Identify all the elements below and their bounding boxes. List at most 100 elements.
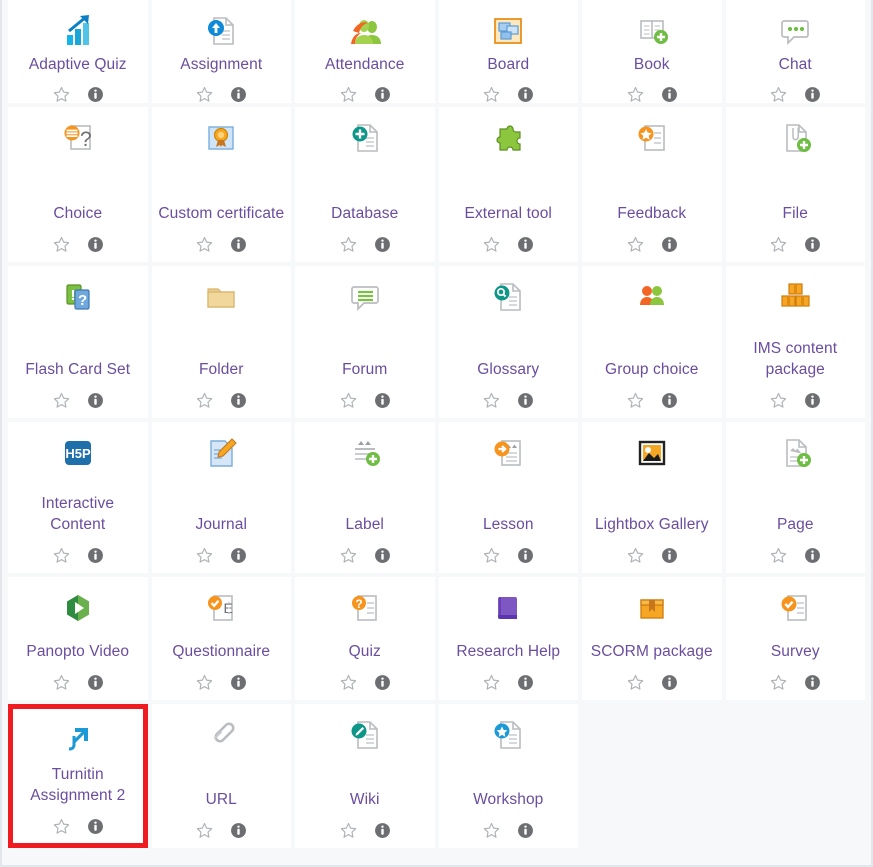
- star-outline-icon[interactable]: [626, 235, 645, 254]
- info-circle-icon[interactable]: [517, 674, 534, 691]
- activity-tile-assignment[interactable]: Assignment: [151, 0, 291, 104]
- activity-tile-label[interactable]: Label: [295, 422, 435, 573]
- info-circle-icon[interactable]: [374, 822, 391, 839]
- star-outline-icon[interactable]: [482, 546, 501, 565]
- info-circle-icon[interactable]: [661, 236, 678, 253]
- activity-tile-flash-card-set[interactable]: ! ? Flash Card Set: [8, 266, 148, 418]
- star-outline-icon[interactable]: [339, 85, 358, 104]
- star-outline-icon[interactable]: [195, 673, 214, 692]
- star-outline-icon[interactable]: [52, 235, 71, 254]
- info-circle-icon[interactable]: [87, 547, 104, 564]
- info-circle-icon[interactable]: [517, 236, 534, 253]
- star-outline-icon[interactable]: [769, 673, 788, 692]
- activity-tile-choice[interactable]: ? Choice: [8, 107, 148, 262]
- activity-tile-forum[interactable]: Forum: [295, 266, 435, 418]
- activity-tile-page[interactable]: Page: [725, 422, 865, 573]
- star-outline-icon[interactable]: [195, 85, 214, 104]
- info-circle-icon[interactable]: [517, 547, 534, 564]
- star-outline-icon[interactable]: [482, 235, 501, 254]
- star-outline-icon[interactable]: [195, 821, 214, 840]
- star-outline-icon[interactable]: [195, 546, 214, 565]
- activity-tile-turnitin-assignment-2[interactable]: Turnitin Assignment 2: [8, 704, 148, 848]
- star-outline-icon[interactable]: [52, 673, 71, 692]
- star-outline-icon[interactable]: [52, 546, 71, 565]
- star-outline-icon[interactable]: [482, 391, 501, 410]
- info-circle-icon[interactable]: [661, 86, 678, 103]
- activity-tile-feedback[interactable]: Feedback: [582, 107, 722, 262]
- info-circle-icon[interactable]: [804, 236, 821, 253]
- activity-tile-database[interactable]: Database: [295, 107, 435, 262]
- info-circle-icon[interactable]: [230, 547, 247, 564]
- star-outline-icon[interactable]: [769, 85, 788, 104]
- activity-tile-group-choice[interactable]: Group choice: [582, 266, 722, 418]
- info-circle-icon[interactable]: [804, 86, 821, 103]
- activity-tile-scorm-package[interactable]: SCORM package: [582, 577, 722, 700]
- activity-tile-custom-certificate[interactable]: Custom certificate: [151, 107, 291, 262]
- info-circle-icon[interactable]: [661, 547, 678, 564]
- star-outline-icon[interactable]: [626, 546, 645, 565]
- info-circle-icon[interactable]: [230, 822, 247, 839]
- activity-tile-book[interactable]: Book: [582, 0, 722, 103]
- info-circle-icon[interactable]: [87, 86, 104, 103]
- activity-tile-research-help[interactable]: Research Help: [438, 577, 578, 700]
- activity-tile-attendance[interactable]: Attendance: [295, 0, 435, 103]
- star-outline-icon[interactable]: [482, 821, 501, 840]
- info-circle-icon[interactable]: [804, 674, 821, 691]
- info-circle-icon[interactable]: [517, 822, 534, 839]
- info-circle-icon[interactable]: [87, 818, 104, 835]
- star-outline-icon[interactable]: [482, 85, 501, 104]
- activity-tile-glossary[interactable]: Glossary: [438, 266, 578, 418]
- info-circle-icon[interactable]: [374, 392, 391, 409]
- activity-tile-workshop[interactable]: Workshop: [438, 704, 578, 848]
- activity-tile-interactive-content[interactable]: H5P Interactive Content: [8, 422, 148, 573]
- star-outline-icon[interactable]: [52, 817, 71, 836]
- star-outline-icon[interactable]: [339, 673, 358, 692]
- star-outline-icon[interactable]: [769, 546, 788, 565]
- info-circle-icon[interactable]: [230, 392, 247, 409]
- info-circle-icon[interactable]: [87, 236, 104, 253]
- info-circle-icon[interactable]: [374, 236, 391, 253]
- activity-tile-ims-content-package[interactable]: IMS content package: [725, 266, 865, 418]
- activity-tile-url[interactable]: URL: [151, 704, 291, 848]
- activity-tile-wiki[interactable]: Wiki: [295, 704, 435, 848]
- star-outline-icon[interactable]: [626, 391, 645, 410]
- activity-tile-chat[interactable]: Chat: [725, 0, 865, 104]
- star-outline-icon[interactable]: [195, 235, 214, 254]
- star-outline-icon[interactable]: [195, 391, 214, 410]
- info-circle-icon[interactable]: [374, 86, 391, 103]
- activity-tile-panopto-video[interactable]: Panopto Video: [8, 577, 148, 700]
- info-circle-icon[interactable]: [661, 392, 678, 409]
- info-circle-icon[interactable]: [804, 392, 821, 409]
- star-outline-icon[interactable]: [52, 85, 71, 104]
- info-circle-icon[interactable]: [87, 392, 104, 409]
- activity-tile-lightbox-gallery[interactable]: Lightbox Gallery: [582, 422, 722, 573]
- activity-tile-journal[interactable]: Journal: [151, 422, 291, 573]
- star-outline-icon[interactable]: [339, 821, 358, 840]
- star-outline-icon[interactable]: [769, 235, 788, 254]
- star-outline-icon[interactable]: [339, 546, 358, 565]
- star-outline-icon[interactable]: [626, 85, 645, 104]
- star-outline-icon[interactable]: [52, 391, 71, 410]
- star-outline-icon[interactable]: [626, 673, 645, 692]
- activity-tile-folder[interactable]: Folder: [151, 266, 291, 418]
- info-circle-icon[interactable]: [661, 674, 678, 691]
- activity-tile-external-tool[interactable]: External tool: [438, 107, 578, 262]
- activity-tile-questionnaire[interactable]: E Questionnaire: [151, 577, 291, 700]
- star-outline-icon[interactable]: [339, 391, 358, 410]
- info-circle-icon[interactable]: [230, 86, 247, 103]
- star-outline-icon[interactable]: [339, 235, 358, 254]
- info-circle-icon[interactable]: [804, 547, 821, 564]
- star-outline-icon[interactable]: [482, 673, 501, 692]
- star-outline-icon[interactable]: [769, 391, 788, 410]
- activity-tile-survey[interactable]: Survey: [725, 577, 865, 700]
- info-circle-icon[interactable]: [374, 547, 391, 564]
- info-circle-icon[interactable]: [517, 86, 534, 103]
- activity-tile-adaptive-quiz[interactable]: Adaptive Quiz: [8, 0, 148, 103]
- activity-tile-file[interactable]: File: [725, 107, 865, 262]
- info-circle-icon[interactable]: [374, 674, 391, 691]
- info-circle-icon[interactable]: [230, 236, 247, 253]
- activity-tile-lesson[interactable]: Lesson: [438, 422, 578, 573]
- activity-tile-quiz[interactable]: ? Quiz: [295, 577, 435, 700]
- info-circle-icon[interactable]: [517, 392, 534, 409]
- info-circle-icon[interactable]: [230, 674, 247, 691]
